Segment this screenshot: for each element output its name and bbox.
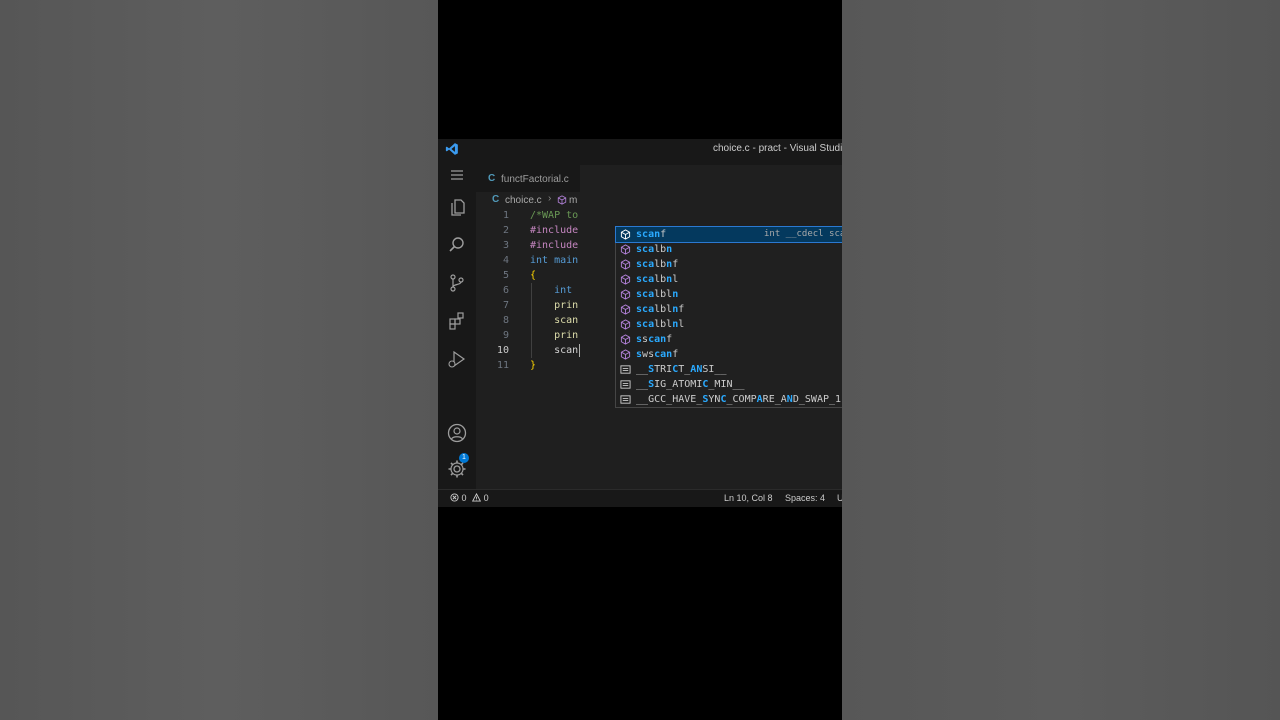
- symbol-method-icon: [557, 195, 567, 205]
- c-language-icon: C: [492, 194, 500, 205]
- autocomplete-suggest-widget[interactable]: scanf int __cdecl scanf(const scalbn scalbn…: [615, 226, 842, 408]
- line-number: 10: [496, 345, 509, 356]
- error-icon: [450, 493, 459, 502]
- code-text: {: [530, 270, 537, 281]
- symbol-method-icon: [620, 289, 631, 300]
- code-text: }: [530, 360, 537, 371]
- files-icon[interactable]: [446, 196, 468, 218]
- line-number: 5: [502, 270, 509, 281]
- suggestion-item[interactable]: scalblnf: [616, 302, 842, 317]
- vscode-window: choice.c - pract - Visual Studio 1 C fun…: [438, 139, 842, 507]
- code-text: /*WAP to: [530, 210, 579, 221]
- suggestion-detail: int __cdecl scanf(const: [764, 229, 842, 239]
- line-number: 2: [502, 225, 509, 236]
- symbol-constant-icon: [620, 380, 631, 389]
- line-number: 11: [496, 360, 509, 371]
- breadcrumb-symbol[interactable]: m: [569, 195, 577, 206]
- suggestion-item[interactable]: scalbn: [616, 242, 842, 257]
- c-language-icon: C: [488, 173, 496, 184]
- suggestion-item[interactable]: __GCC_HAVE_SYNC_COMPARE_AND_SWAP_1: [616, 392, 842, 407]
- accounts-icon[interactable]: [446, 422, 468, 444]
- suggestion-item[interactable]: scalbln: [616, 287, 842, 302]
- tab-choice-active[interactable]: [580, 165, 842, 192]
- window-title: choice.c - pract - Visual Studio: [713, 143, 842, 154]
- code-text: int: [530, 285, 573, 296]
- code-editor[interactable]: 1 /*WAP to 2 #include 3 #include 4 int m…: [476, 208, 842, 489]
- source-control-icon[interactable]: [446, 272, 468, 294]
- suggestion-item[interactable]: scalblnl: [616, 317, 842, 332]
- suggestion-label: scalbnf: [636, 259, 679, 270]
- suggestion-label: scalbnl: [636, 274, 679, 285]
- symbol-method-icon: [620, 319, 631, 330]
- suggestion-item[interactable]: __SIG_ATOMIC_MIN__: [616, 377, 842, 392]
- title-bar: choice.c - pract - Visual Studio: [438, 139, 842, 159]
- line-number: 4: [502, 255, 509, 266]
- suggestion-label: sscanf: [636, 334, 673, 345]
- indentation-setting[interactable]: Spaces: 4: [785, 493, 825, 503]
- code-text: scan: [530, 315, 579, 326]
- suggestion-label: scalblnl: [636, 319, 685, 330]
- run-debug-icon[interactable]: [446, 348, 468, 370]
- symbol-constant-icon: [620, 395, 631, 404]
- code-line: 1 /*WAP to: [476, 208, 842, 223]
- suggestion-label: scalblnf: [636, 304, 685, 315]
- code-text: prin: [530, 330, 579, 341]
- code-text: #include: [530, 225, 579, 236]
- cursor-position[interactable]: Ln 10, Col 8: [724, 493, 773, 503]
- symbol-method-icon: [620, 229, 631, 240]
- breadcrumb-file[interactable]: choice.c: [505, 195, 542, 206]
- menu-icon[interactable]: [446, 164, 468, 186]
- text-cursor: [579, 344, 580, 357]
- extensions-icon[interactable]: [446, 310, 468, 332]
- suggestion-label: swscanf: [636, 349, 679, 360]
- suggestion-item[interactable]: scalbnl: [616, 272, 842, 287]
- symbol-method-icon: [620, 349, 631, 360]
- search-icon[interactable]: [446, 234, 468, 256]
- warning-icon: [471, 492, 482, 502]
- suggestion-label: scalbn: [636, 244, 673, 255]
- blurred-background-right: [842, 0, 1280, 720]
- symbol-method-icon: [620, 304, 631, 315]
- symbol-constant-icon: [620, 365, 631, 374]
- video-frame: choice.c - pract - Visual Studio 1 C fun…: [438, 0, 842, 720]
- suggestion-label: __STRICT_ANSI__: [636, 364, 727, 375]
- status-bar: 0 0 Ln 10, Col 8 Spaces: 4 U: [438, 489, 842, 507]
- symbol-method-icon: [620, 274, 631, 285]
- suggestion-item[interactable]: __STRICT_ANSI__: [616, 362, 842, 377]
- line-number: 9: [502, 330, 509, 341]
- suggestion-label: scalbln: [636, 289, 679, 300]
- problems-indicator[interactable]: 0 0: [450, 492, 489, 503]
- line-number: 3: [502, 240, 509, 251]
- line-number: 6: [502, 285, 509, 296]
- suggestion-item[interactable]: sscanf: [616, 332, 842, 347]
- encoding-setting[interactable]: U: [837, 493, 842, 503]
- suggestion-label: scanf: [636, 229, 667, 240]
- activity-bar: 1: [438, 159, 476, 489]
- breadcrumb: C choice.c › m: [476, 192, 842, 208]
- blurred-background-left: [0, 0, 438, 720]
- symbol-method-icon: [620, 334, 631, 345]
- settings-gear-icon[interactable]: [446, 458, 468, 480]
- suggestion-label: __GCC_HAVE_SYNC_COMPARE_AND_SWAP_1: [636, 394, 842, 405]
- line-number: 1: [502, 210, 509, 221]
- code-text: scan: [530, 345, 579, 356]
- tab-functfactorial[interactable]: C functFactorial.c: [476, 165, 580, 192]
- code-text: int main: [530, 255, 579, 266]
- suggestion-item[interactable]: scalbnf: [616, 257, 842, 272]
- line-number: 7: [502, 300, 509, 311]
- tab-label: functFactorial.c: [501, 174, 569, 185]
- vscode-logo-icon: [445, 143, 458, 155]
- error-count: 0: [461, 493, 467, 503]
- warning-count: 0: [483, 493, 489, 503]
- symbol-method-icon: [620, 244, 631, 255]
- suggestion-label: __SIG_ATOMIC_MIN__: [636, 379, 745, 390]
- code-text: #include: [530, 240, 579, 251]
- line-number: 8: [502, 315, 509, 326]
- suggestion-item[interactable]: swscanf: [616, 347, 842, 362]
- suggestion-item[interactable]: scanf int __cdecl scanf(const: [615, 226, 842, 243]
- tab-bar: C functFactorial.c: [476, 159, 842, 192]
- breadcrumb-separator: ›: [548, 193, 552, 204]
- code-text: prin: [530, 300, 579, 311]
- symbol-method-icon: [620, 259, 631, 270]
